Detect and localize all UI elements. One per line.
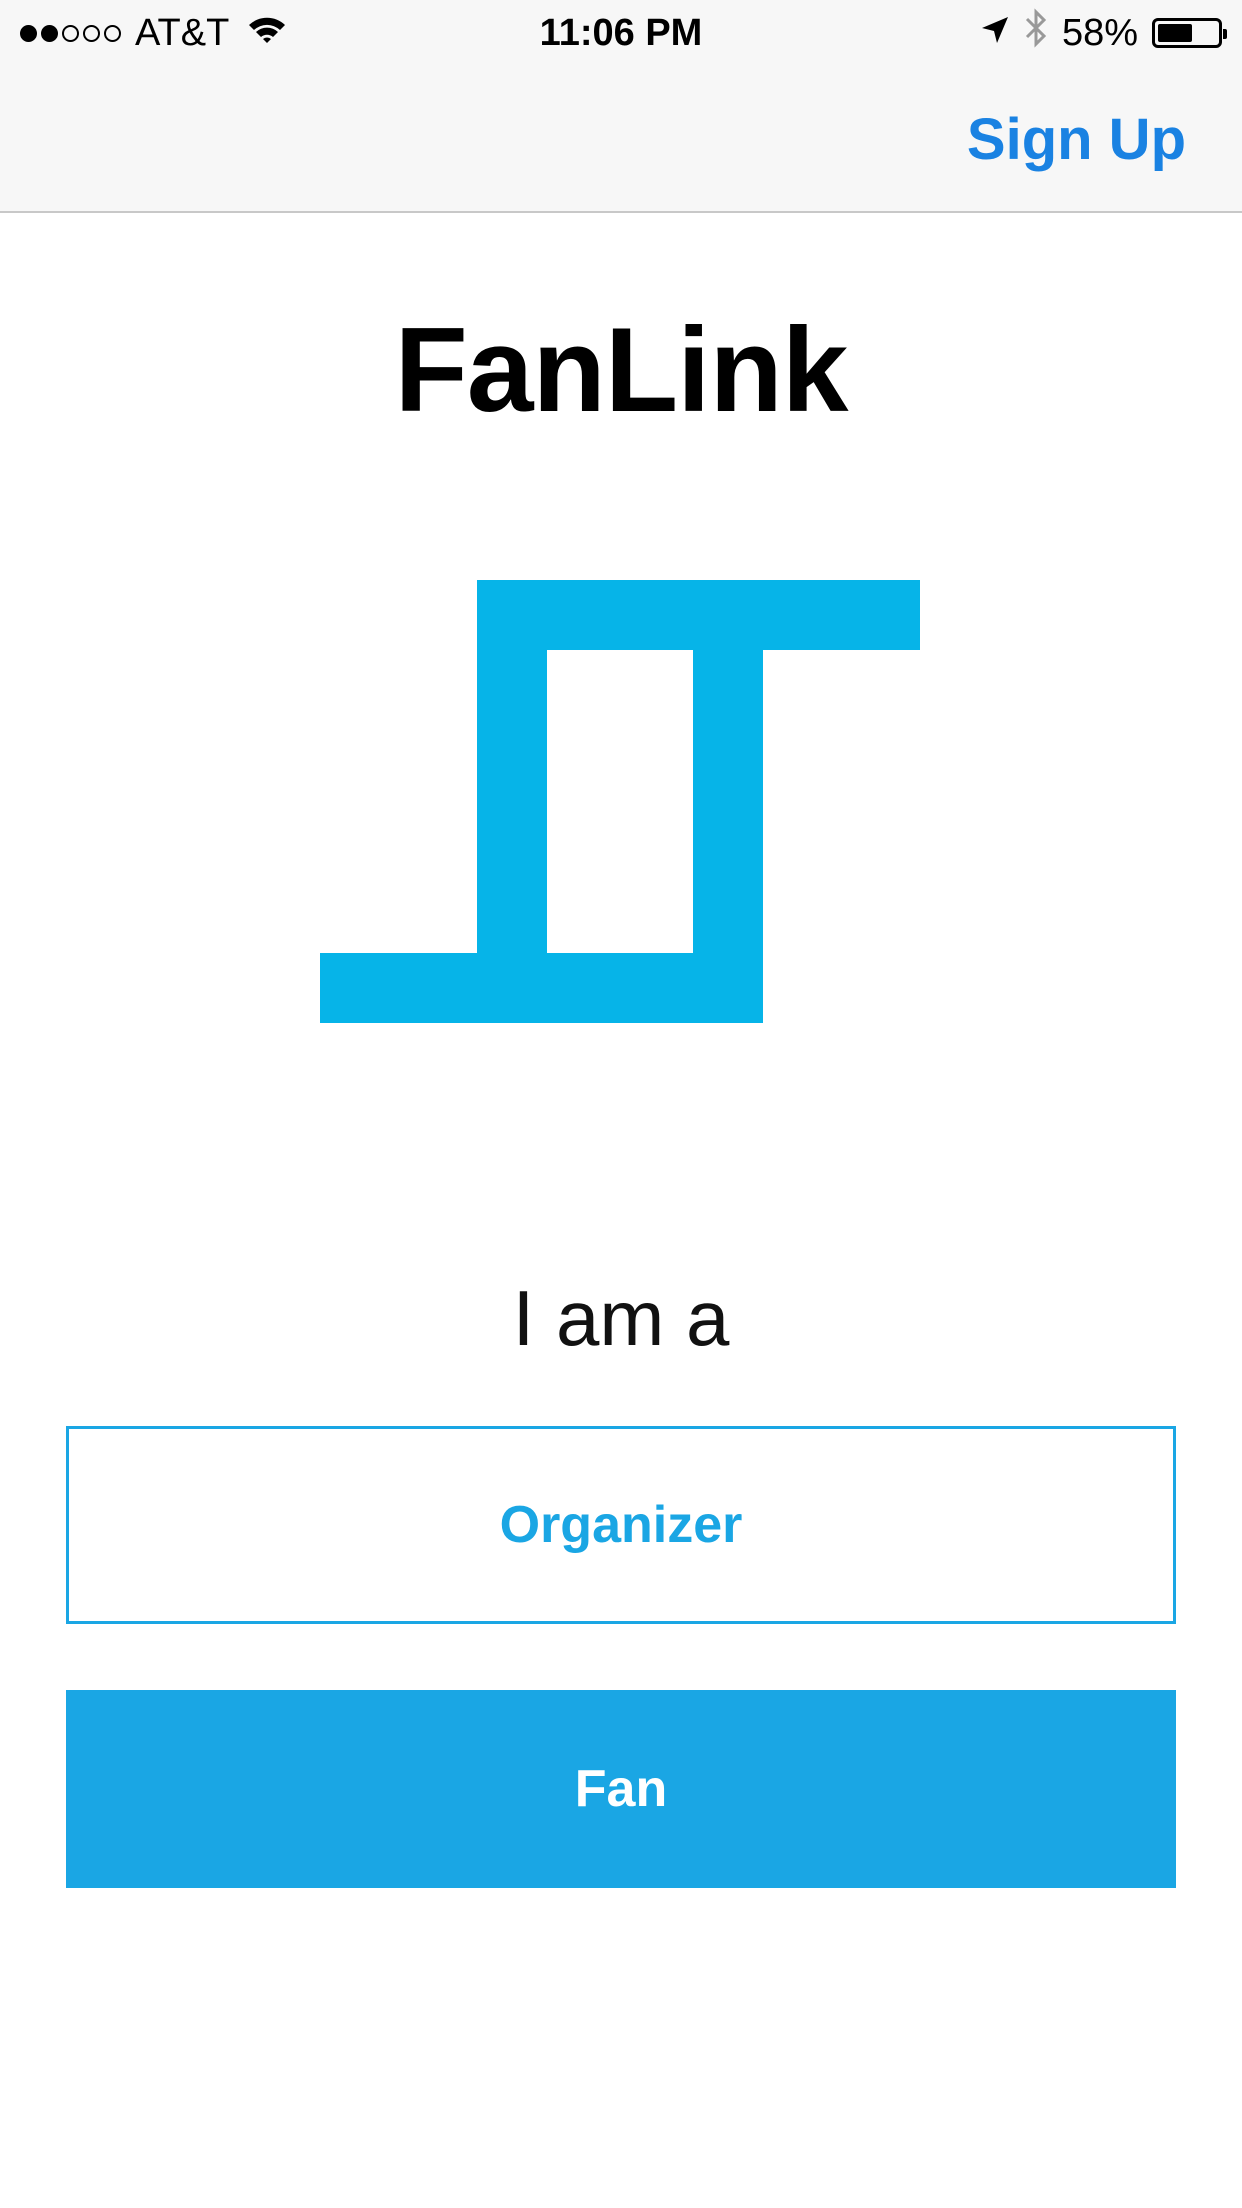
battery-level	[1158, 24, 1192, 42]
battery-percent: 58%	[1061, 11, 1138, 54]
navigation-bar: Sign Up	[0, 66, 1242, 213]
status-right: 58%	[980, 8, 1227, 58]
bluetooth-icon	[1024, 8, 1048, 58]
organizer-button[interactable]: Organizer	[66, 1426, 1176, 1624]
status-bar: AT&T 11:06 PM 58%	[0, 0, 1242, 66]
role-prompt: I am a	[512, 1274, 730, 1362]
fanlink-logo-icon	[320, 578, 920, 1029]
app-title: FanLink	[394, 303, 848, 437]
sign-up-button[interactable]: Sign Up	[967, 106, 1186, 173]
location-arrow-icon	[980, 12, 1010, 55]
battery-cap	[1223, 29, 1227, 39]
fan-button[interactable]: Fan	[66, 1690, 1176, 1888]
battery-icon	[1152, 18, 1227, 48]
